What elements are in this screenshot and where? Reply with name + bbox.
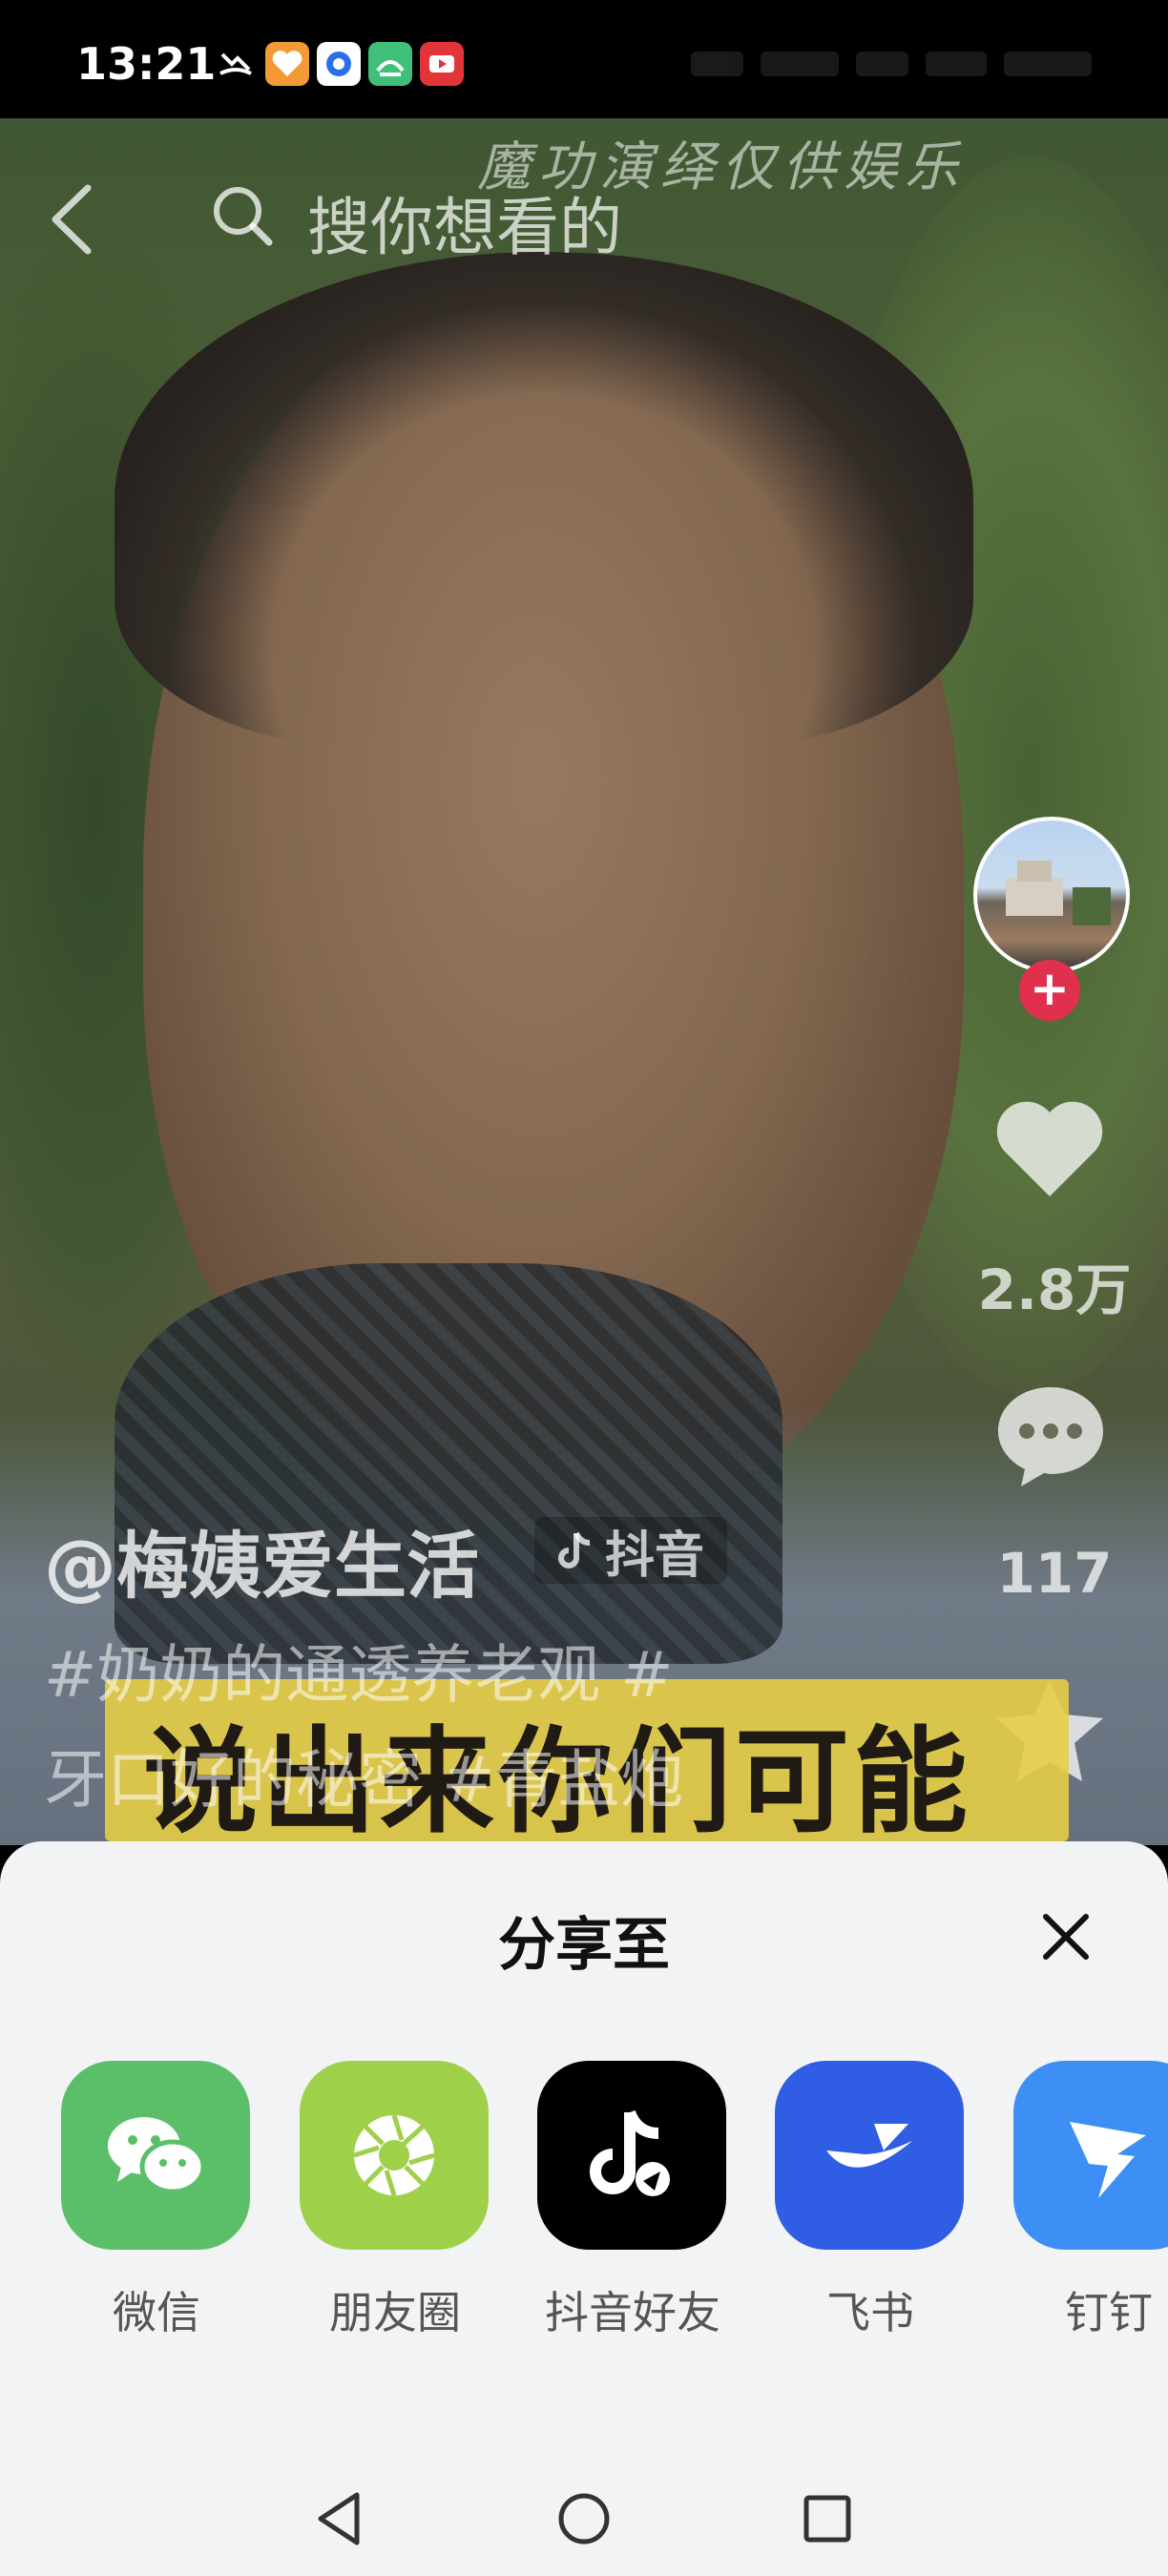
follow-button[interactable]: + <box>1019 960 1080 1021</box>
share-target-label: 朋友圈 <box>329 2287 461 2338</box>
heart-icon <box>996 1101 1103 1196</box>
moments-icon <box>300 2061 489 2250</box>
status-time: 13:21 <box>76 38 217 90</box>
search-icon[interactable] <box>208 181 277 250</box>
share-target-wechat[interactable]: 微信 <box>61 2061 252 2341</box>
search-input[interactable]: 搜你想看的 <box>307 177 622 268</box>
triangle-back-icon <box>318 2492 360 2545</box>
share-target-label: 微信 <box>113 2287 200 2338</box>
share-target-moments[interactable]: 朋友圈 <box>300 2061 490 2341</box>
news-app-icon <box>368 42 412 86</box>
share-sheet-title: 分享至 <box>498 1912 670 1979</box>
share-target-feishu[interactable]: 飞书 <box>775 2061 966 2341</box>
douyin-logo-icon <box>558 1531 591 1568</box>
nav-home-button[interactable] <box>551 2485 617 2552</box>
feishu-icon <box>775 2061 964 2250</box>
status-right-icons <box>690 48 1092 80</box>
platform-tag: 抖音 <box>534 1517 728 1585</box>
like-count: 2.8万 <box>977 1257 1132 1322</box>
share-target-douyin-friend[interactable]: 抖音好友 <box>537 2061 728 2341</box>
share-target-dingtalk[interactable]: 钉钉 <box>1013 2061 1168 2341</box>
close-button[interactable] <box>1032 1903 1099 1970</box>
chevron-left-icon <box>52 184 92 255</box>
share-target-label: 飞书 <box>826 2287 914 2338</box>
caption-line-1[interactable]: #奶奶的通透养老观 # <box>44 1624 674 1715</box>
back-button[interactable] <box>38 177 105 262</box>
comment-icon <box>998 1387 1103 1486</box>
author-avatar[interactable] <box>973 817 1130 973</box>
missed-call-icon <box>214 42 258 86</box>
circle-home-icon <box>558 2493 610 2545</box>
wechat-icon <box>61 2061 250 2250</box>
comment-button[interactable] <box>992 1381 1109 1492</box>
video-app-icon <box>420 42 464 86</box>
author-name[interactable]: @梅姨爱生活 <box>44 1507 479 1612</box>
close-icon <box>1043 1914 1089 1960</box>
like-button[interactable] <box>992 1097 1107 1202</box>
nav-back-button[interactable] <box>307 2485 374 2552</box>
comment-count: 117 <box>996 1541 1113 1606</box>
douyin-icon <box>537 2061 726 2250</box>
caption-line-2[interactable]: 牙口好的秘密 #青盐炮 <box>44 1729 683 1820</box>
app-notification-icon <box>265 42 309 86</box>
browser-notification-icon <box>317 42 361 86</box>
nav-recents-button[interactable] <box>794 2485 861 2552</box>
platform-tag-label: 抖音 <box>605 1527 705 1585</box>
share-target-label: 抖音好友 <box>545 2287 720 2338</box>
dingtalk-icon <box>1013 2061 1168 2250</box>
share-target-label: 钉钉 <box>1065 2287 1153 2338</box>
square-recents-icon <box>803 2495 851 2543</box>
avatar-image <box>1006 861 1111 925</box>
